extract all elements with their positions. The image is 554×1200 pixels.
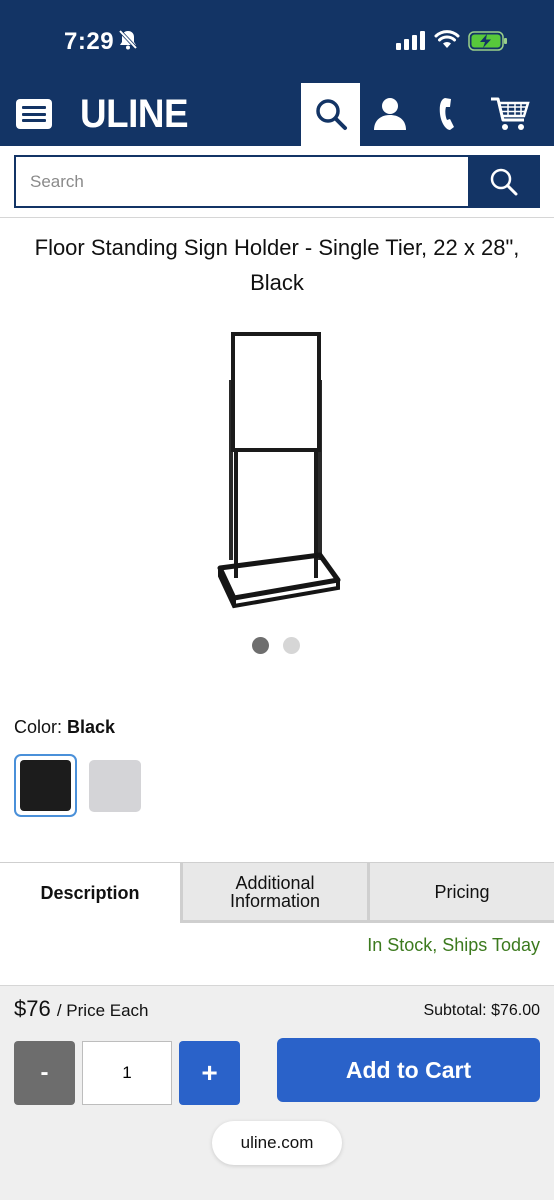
account-button[interactable] [372,96,408,135]
carousel-dot[interactable] [283,637,300,654]
nav-bar: ULINE [0,82,554,146]
tab-additional-information[interactable]: Additional Information [183,863,370,923]
browser-url-pill[interactable]: uline.com [212,1121,342,1165]
battery-charging-icon [468,30,508,57]
menu-button[interactable] [16,99,52,129]
subtotal-value: $76.00 [491,1002,540,1019]
quantity-input[interactable] [82,1041,172,1105]
color-label: Color: Black [14,717,115,738]
swatch-fill [20,760,71,811]
tab-pricing[interactable]: Pricing [370,863,554,923]
cellular-signal-icon [396,30,426,55]
bell-muted-icon [118,29,138,56]
status-bar: 7:29 [0,0,554,82]
tab-description[interactable]: Description [0,863,183,923]
user-icon [374,98,406,130]
phone-icon [439,98,454,130]
stock-status: In Stock, Ships Today [367,935,540,955]
product-title: Floor Standing Sign Holder - Single Tier… [34,235,520,295]
nav-search-button[interactable] [301,83,360,146]
cart-button[interactable] [490,96,530,137]
add-to-cart-button[interactable]: Add to Cart [277,1038,540,1102]
add-to-cart-panel: $76 / Price Each Subtotal: $76.00 - + Ad… [0,985,554,1200]
price-value: $76 [14,996,51,1021]
quantity-increase-button[interactable]: + [179,1041,240,1105]
color-swatch-black[interactable] [14,754,77,817]
search-input[interactable] [14,155,469,208]
search-submit-button[interactable] [468,155,540,208]
color-label-text: Color: [14,717,63,737]
app-header: 7:29 ULINE [0,0,554,146]
phone-button[interactable] [438,96,462,137]
search-icon [316,99,347,130]
uline-logo[interactable]: ULINE [80,92,189,137]
unit-price: $76 / Price Each [14,996,149,1022]
quantity-decrease-button[interactable]: - [14,1041,75,1105]
product-image[interactable] [212,330,342,615]
color-swatch-gray[interactable] [89,760,141,812]
tab-additional-information-label: Additional Information [229,872,321,911]
search-icon [490,168,518,196]
carousel-dot[interactable] [252,637,269,654]
color-selected-value: Black [67,717,116,737]
search-bar [0,146,554,218]
price-unit: / Price Each [56,1001,149,1020]
cart-icon [491,97,530,130]
wifi-icon [434,29,460,54]
subtotal: Subtotal: $76.00 [423,1002,540,1020]
product-tabs: Description Additional Information Prici… [0,862,554,923]
status-time: 7:29 [64,28,115,55]
subtotal-label: Subtotal: [423,1002,487,1019]
